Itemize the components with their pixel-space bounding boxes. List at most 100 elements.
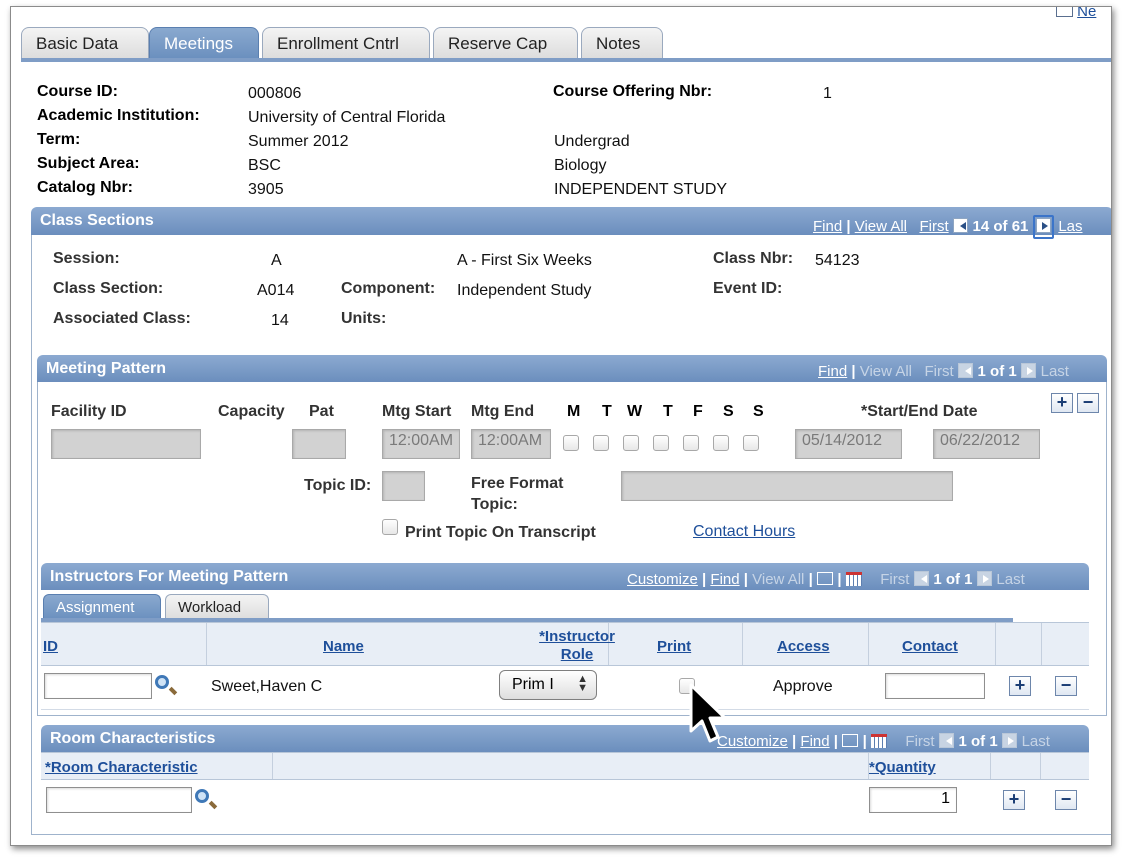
delete-room-button[interactable]: − <box>1055 790 1077 810</box>
col-print[interactable]: Print <box>657 638 691 655</box>
class-sections-title: Class Sections <box>40 212 154 229</box>
find-link[interactable]: Find <box>818 363 847 380</box>
mtg-end-input[interactable]: 12:00AM <box>471 429 551 459</box>
component-value: Independent Study <box>457 282 592 299</box>
day-checkbox-fri[interactable] <box>683 435 699 451</box>
col-access[interactable]: Access <box>777 638 830 655</box>
topic-id-input[interactable] <box>382 471 425 501</box>
day-checkbox-sat[interactable] <box>713 435 729 451</box>
instructors-title: Instructors For Meeting Pattern <box>50 568 289 585</box>
mtg-start-label: Mtg Start <box>382 403 452 420</box>
day-checkbox-tue[interactable] <box>593 435 609 451</box>
new-window-icon[interactable] <box>842 734 859 747</box>
find-link[interactable]: Find <box>813 218 842 235</box>
contact-hours-link[interactable]: Contact Hours <box>693 523 795 541</box>
view-all-link[interactable]: View All <box>855 218 907 235</box>
quantity-input[interactable]: 1 <box>869 787 957 813</box>
pat-input[interactable] <box>292 429 346 459</box>
col-name[interactable]: Name <box>323 638 364 655</box>
next-arrow-icon <box>976 571 992 586</box>
customize-link[interactable]: Customize <box>627 571 698 588</box>
first-link[interactable]: First <box>919 218 948 235</box>
tab-rule <box>21 58 1111 62</box>
row-count: 1 of 1 <box>933 571 973 588</box>
room-characteristic-input[interactable] <box>46 787 192 813</box>
col-id[interactable]: ID <box>43 638 58 655</box>
delete-meeting-button[interactable]: − <box>1077 393 1099 413</box>
mtg-start-input[interactable]: 12:00AM <box>382 429 460 459</box>
term-value: Summer 2012 <box>248 133 349 150</box>
table-row: 1 + − <box>41 780 1089 824</box>
subtab-workload[interactable]: Workload <box>165 594 269 620</box>
free-format-topic-input[interactable] <box>621 471 953 501</box>
end-date-input[interactable]: 06/22/2012 <box>933 429 1040 459</box>
tab-notes[interactable]: Notes <box>581 27 663 59</box>
new-window-link[interactable]: Ne <box>1056 7 1096 20</box>
last-link: Last <box>996 571 1025 588</box>
add-instructor-button[interactable]: + <box>1009 676 1031 696</box>
day-checkbox-sun[interactable] <box>743 435 759 451</box>
tab-enrollment-cntrl[interactable]: Enrollment Cntrl <box>262 27 430 59</box>
course-id-label: Course ID: <box>37 83 118 100</box>
last-link[interactable]: Las <box>1058 218 1082 235</box>
next-arrow-icon <box>1002 733 1018 748</box>
catalog-value: 3905 <box>248 181 284 198</box>
instructor-id-input[interactable] <box>44 673 152 699</box>
contact-input[interactable] <box>885 673 985 699</box>
component-label: Component: <box>341 280 436 297</box>
day-checkbox-wed[interactable] <box>623 435 639 451</box>
previous-arrow-icon <box>913 571 929 586</box>
col-contact[interactable]: Contact <box>902 638 958 655</box>
last-link: Last <box>1021 733 1050 750</box>
day-label-wed: W <box>627 403 643 420</box>
search-lookup-icon[interactable] <box>195 789 218 810</box>
delete-instructor-button[interactable]: − <box>1055 676 1077 696</box>
tab-label: Reserve Cap <box>448 34 548 53</box>
find-link[interactable]: Find <box>710 571 739 588</box>
col-divider <box>996 623 1042 665</box>
add-meeting-button[interactable]: + <box>1051 393 1073 413</box>
tab-basic-data[interactable]: Basic Data <box>21 27 149 59</box>
col-instructor-role-2[interactable]: Role <box>503 646 651 663</box>
room-characteristics-header: Room Characteristics Customize | Find | … <box>41 725 1089 752</box>
meeting-pattern-title: Meeting Pattern <box>46 360 167 377</box>
col-quantity[interactable]: *Quantity <box>869 759 936 776</box>
class-nbr-label: Class Nbr: <box>713 250 794 267</box>
tab-label: Notes <box>596 34 641 53</box>
pat-label: Pat <box>309 403 334 420</box>
col-instructor-role-1[interactable]: *Instructor <box>503 628 651 645</box>
peoplesoft-window: Basic Data Meetings Enrollment Cntrl Res… <box>10 6 1112 846</box>
previous-arrow-icon <box>939 733 955 748</box>
facility-id-input[interactable] <box>51 429 201 459</box>
free-format-topic-label-2: Topic: <box>471 496 518 513</box>
day-checkbox-mon[interactable] <box>563 435 579 451</box>
term-label: Term: <box>37 131 81 148</box>
day-checkbox-thu[interactable] <box>653 435 669 451</box>
day-label-tue: T <box>602 403 612 420</box>
career-value: Undergrad <box>554 133 630 150</box>
tab-reserve-cap[interactable]: Reserve Cap <box>433 27 578 59</box>
meeting-pattern-header: Meeting Pattern Find | View All First 1 … <box>37 355 1107 382</box>
previous-arrow-icon[interactable] <box>953 218 969 233</box>
access-value: Approve <box>773 678 833 695</box>
row-count: 14 of 61 <box>972 218 1029 235</box>
download-grid-icon[interactable] <box>845 572 862 586</box>
subject-value: BSC <box>248 157 281 174</box>
start-date-input[interactable]: 05/14/2012 <box>795 429 902 459</box>
col-room-characteristic[interactable]: *Room Characteristic <box>45 759 198 776</box>
day-label-sun: S <box>753 403 764 420</box>
add-room-button[interactable]: + <box>1003 790 1025 810</box>
previous-arrow-icon <box>958 363 974 378</box>
instructor-role-select[interactable]: Prim I ▲ ▼ <box>499 670 597 700</box>
instructors-nav: Customize | Find | View All | | First 1 … <box>627 571 1025 588</box>
download-grid-icon[interactable] <box>870 734 887 748</box>
facility-id-label: Facility ID <box>51 403 127 420</box>
find-link[interactable]: Find <box>800 733 829 750</box>
print-topic-checkbox[interactable] <box>382 519 398 535</box>
institution-value: University of Central Florida <box>248 109 446 126</box>
first-link: First <box>905 733 935 750</box>
search-lookup-icon[interactable] <box>155 675 178 696</box>
new-window-icon[interactable] <box>816 572 833 585</box>
subtab-assignment[interactable]: Assignment <box>43 594 161 620</box>
tab-meetings[interactable]: Meetings <box>149 27 259 59</box>
